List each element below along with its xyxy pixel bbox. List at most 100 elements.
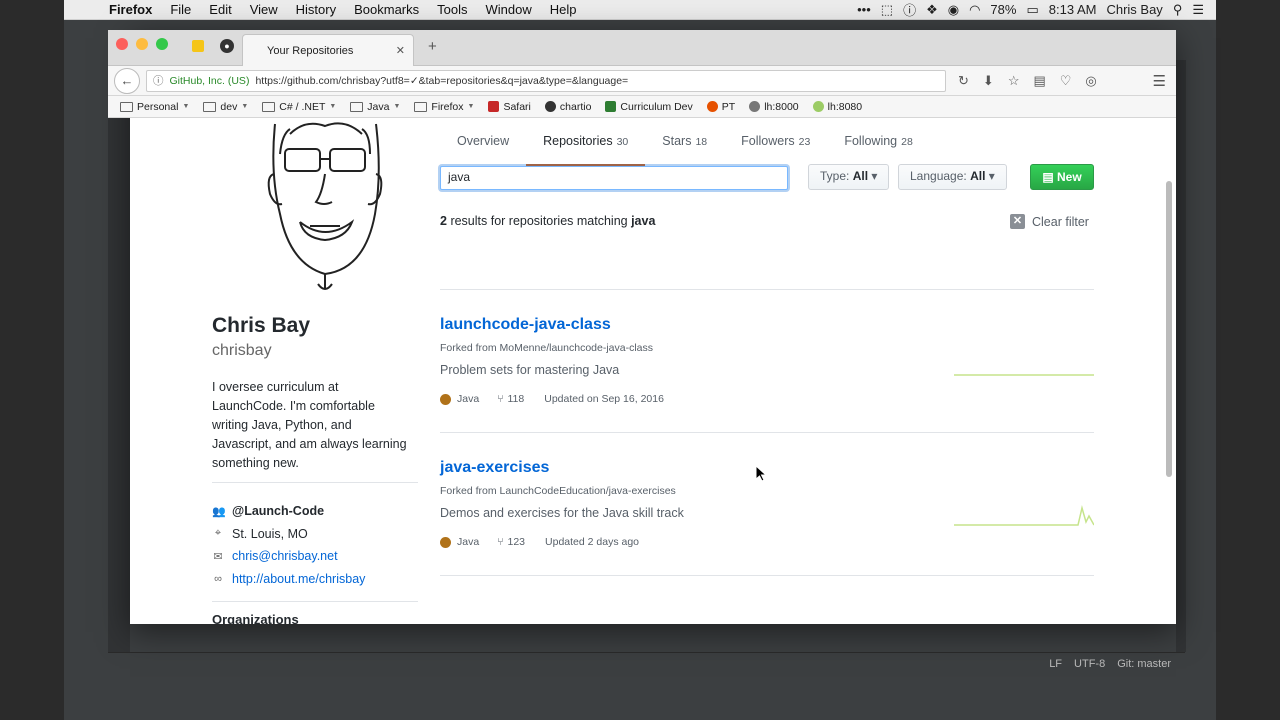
notification-center-icon[interactable]: ☰ bbox=[1192, 2, 1204, 18]
library-icon[interactable]: ▤ bbox=[1033, 73, 1045, 89]
tab-overview[interactable]: Overview bbox=[440, 118, 526, 166]
alert-icon[interactable]: ⓘ bbox=[903, 0, 916, 19]
pinned-tab-icon[interactable] bbox=[192, 40, 204, 52]
battery-icon[interactable]: ▭ bbox=[1026, 2, 1038, 18]
repo-search-input[interactable]: java bbox=[440, 166, 788, 190]
divider bbox=[440, 289, 1094, 290]
menu-view[interactable]: View bbox=[241, 2, 287, 17]
reload-icon[interactable]: ↻ bbox=[958, 73, 969, 89]
bookmark-label: C# / .NET bbox=[279, 100, 326, 113]
website-link[interactable]: http://about.me/chrisbay bbox=[232, 572, 365, 586]
activity-sparkline bbox=[954, 505, 1094, 526]
bookmark-personal[interactable]: Personal ▼ bbox=[120, 101, 189, 113]
zoom-window-button[interactable] bbox=[156, 38, 168, 50]
github-pinned-tab-icon[interactable]: ● bbox=[220, 39, 234, 53]
chevron-down-icon: ▼ bbox=[182, 103, 190, 110]
repo-updated: Updated on Sep 16, 2016 bbox=[544, 393, 664, 405]
info-icon[interactable]: ⓘ bbox=[153, 73, 164, 88]
ide-line-ending[interactable]: LF bbox=[1049, 658, 1062, 670]
bookmark-label: Firefox bbox=[431, 100, 464, 113]
tab-following[interactable]: Following 28 bbox=[827, 118, 930, 166]
download-icon[interactable]: ⬇ bbox=[983, 73, 994, 89]
repo-updated: Updated 2 days ago bbox=[545, 536, 640, 548]
url-bar[interactable]: ⓘ GitHub, Inc. (US) https://github.com/c… bbox=[146, 69, 946, 92]
menu-app-name[interactable]: Firefox bbox=[100, 2, 161, 17]
repo-language: Java bbox=[457, 536, 480, 548]
new-repo-button[interactable]: ▤ New bbox=[1030, 164, 1094, 190]
forked-from: Forked from MoMenne/launchcode-java-clas… bbox=[440, 342, 654, 354]
tab-close-icon[interactable]: ✕ bbox=[396, 44, 405, 57]
page-scrollbar[interactable] bbox=[1166, 181, 1172, 477]
clear-filter-button[interactable]: ✕ Clear filter bbox=[1010, 214, 1089, 229]
tab-active[interactable]: Your Repositories ✕ bbox=[242, 34, 414, 66]
bookmark-chartio[interactable]: chartio bbox=[544, 101, 591, 113]
record-icon[interactable]: ◉ bbox=[948, 2, 959, 18]
type-filter-value: All bbox=[852, 169, 869, 183]
bookmark-dev[interactable]: dev ▼ bbox=[203, 101, 248, 113]
bookmark-label: Curriculum Dev bbox=[620, 100, 693, 113]
mouse-cursor-icon bbox=[756, 466, 768, 482]
menu-help[interactable]: Help bbox=[541, 2, 586, 17]
pt-icon bbox=[706, 101, 718, 112]
ide-encoding[interactable]: UTF-8 bbox=[1074, 658, 1105, 670]
menu-bookmarks[interactable]: Bookmarks bbox=[345, 2, 428, 17]
url-text[interactable]: https://github.com/chrisbay?utf8=✓&tab=r… bbox=[255, 75, 628, 87]
wifi-icon[interactable]: ◠ bbox=[969, 2, 980, 18]
back-button[interactable]: ← bbox=[114, 67, 140, 94]
menu-file[interactable]: File bbox=[161, 2, 200, 17]
dropbox-icon[interactable]: ❖ bbox=[926, 2, 938, 18]
results-summary: 2 results for repositories matching java bbox=[440, 214, 655, 228]
profile-details: 👥 @Launch-Code ⌖ St. Louis, MO ✉ chris@c… bbox=[212, 500, 365, 590]
screenshot-icon[interactable]: ⬚ bbox=[881, 2, 893, 18]
close-window-button[interactable] bbox=[116, 38, 128, 50]
mail-icon: ✉ bbox=[213, 550, 223, 563]
menu-history[interactable]: History bbox=[287, 2, 345, 17]
tab-followers[interactable]: Followers 23 bbox=[724, 118, 827, 166]
profile-email[interactable]: ✉ chris@chrisbay.net bbox=[212, 545, 365, 568]
avatar[interactable] bbox=[230, 118, 420, 294]
language-filter-dropdown[interactable]: Language: All ▾ bbox=[898, 164, 1007, 190]
tab-repositories[interactable]: Repositories 30 bbox=[526, 118, 646, 166]
type-filter-dropdown[interactable]: Type: All ▾ bbox=[808, 164, 890, 190]
profile-location: ⌖ St. Louis, MO bbox=[212, 523, 365, 546]
bookmark-star-icon[interactable]: ☆ bbox=[1008, 73, 1020, 89]
email-link[interactable]: chris@chrisbay.net bbox=[232, 549, 338, 563]
user-name[interactable]: Chris Bay bbox=[1106, 2, 1162, 17]
tab-label: Stars bbox=[662, 134, 692, 148]
repo-name-link[interactable]: launchcode-java-class bbox=[440, 316, 1094, 334]
profile-website[interactable]: ∞ http://about.me/chrisbay bbox=[212, 568, 365, 591]
divider bbox=[440, 575, 1094, 576]
people-icon: 👥 bbox=[212, 505, 226, 518]
clock[interactable]: 8:13 AM bbox=[1049, 2, 1097, 17]
leaf-icon bbox=[812, 101, 824, 112]
ide-status-bar: LF UTF-8 Git: master bbox=[108, 652, 1185, 674]
bookmark-curriculum-dev[interactable]: Curriculum Dev bbox=[605, 100, 693, 113]
bookmark-java[interactable]: Java ▼ bbox=[350, 101, 400, 113]
ide-git-branch[interactable]: Git: master bbox=[1117, 658, 1171, 670]
menu-edit[interactable]: Edit bbox=[200, 2, 240, 17]
new-tab-button[interactable]: + bbox=[428, 38, 437, 55]
extension-icon[interactable]: ◎ bbox=[1085, 73, 1096, 89]
organizations-heading: Organizations bbox=[212, 612, 299, 624]
more-icon[interactable]: ••• bbox=[857, 2, 871, 17]
minimize-window-button[interactable] bbox=[136, 38, 148, 50]
menu-icon[interactable]: ☰ bbox=[1153, 72, 1166, 90]
bookmark-safari[interactable]: Safari bbox=[488, 101, 531, 113]
fork-count[interactable]: 118 bbox=[508, 393, 525, 405]
bookmark-csharp-dotnet[interactable]: C# / .NET ▼ bbox=[262, 101, 336, 113]
pocket-icon[interactable]: ♡ bbox=[1060, 73, 1072, 89]
mac-menu-bar: Firefox File Edit View History Bookmarks… bbox=[64, 0, 1216, 20]
profile-name: Chris Bay bbox=[212, 314, 311, 337]
bookmark-pt[interactable]: PT bbox=[706, 101, 735, 113]
menu-window[interactable]: Window bbox=[477, 2, 541, 17]
folder-icon bbox=[414, 101, 428, 112]
site-identity[interactable]: GitHub, Inc. (US) bbox=[170, 75, 250, 87]
fork-count[interactable]: 123 bbox=[508, 536, 526, 548]
menu-tools[interactable]: Tools bbox=[428, 2, 476, 17]
tab-stars[interactable]: Stars 18 bbox=[645, 118, 724, 166]
globe-icon bbox=[749, 101, 761, 112]
bookmark-lh8000[interactable]: lh:8000 bbox=[749, 101, 799, 113]
spotlight-icon[interactable]: ⚲ bbox=[1173, 2, 1183, 18]
bookmark-lh8080[interactable]: lh:8080 bbox=[812, 101, 862, 113]
bookmark-firefox[interactable]: Firefox ▼ bbox=[414, 101, 474, 113]
